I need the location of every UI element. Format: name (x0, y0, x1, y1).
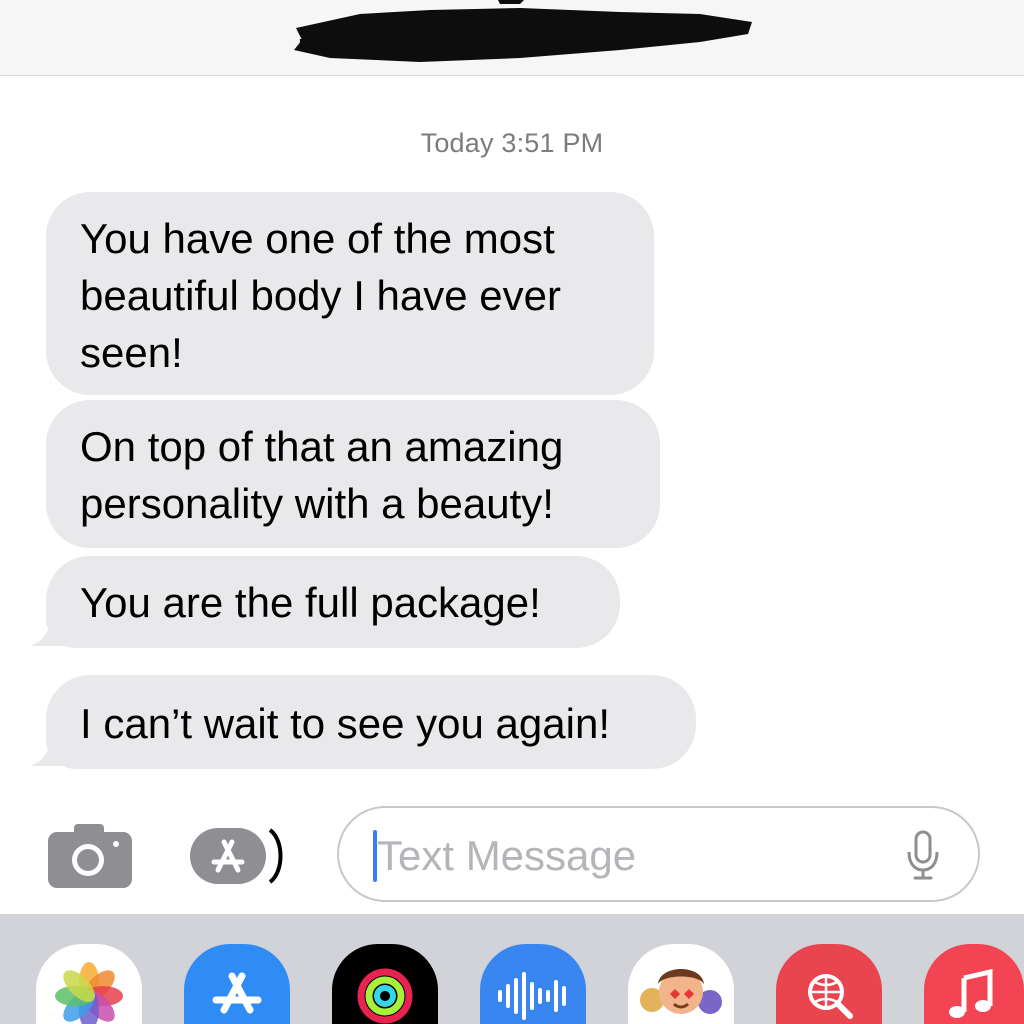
incoming-message-bubble[interactable]: You have one of the most beautiful body … (46, 192, 654, 395)
incoming-message-bubble[interactable]: On top of that an amazing personality wi… (46, 400, 660, 548)
incoming-message-bubble[interactable]: You are the full package! (46, 556, 620, 648)
message-line: You have one of the most (80, 215, 555, 262)
message-line: beautiful body I have ever (80, 272, 561, 319)
camera-button[interactable] (48, 822, 132, 888)
web-image-search-icon (808, 974, 853, 1019)
redacted-contact-name (294, 0, 752, 62)
memoji-icon (640, 969, 722, 1014)
app-store-icon (212, 972, 262, 1014)
music-app-button[interactable] (924, 944, 1024, 1024)
incoming-message-bubble[interactable]: I can’t wait to see you again! (46, 675, 696, 769)
message-input-placeholder: Text Message (377, 832, 637, 879)
audio-message-app-button[interactable] (480, 944, 586, 1024)
bubble-tail (30, 612, 68, 646)
microphone-icon[interactable] (903, 828, 943, 884)
app-store-app-button[interactable] (184, 944, 290, 1024)
conversation-header (0, 0, 1024, 76)
activity-app-button[interactable] (332, 944, 438, 1024)
web-image-search-app-button[interactable] (776, 944, 882, 1024)
photos-app-button[interactable] (36, 944, 142, 1024)
message-line: seen! (80, 329, 183, 376)
message-line: On top of that an amazing (80, 423, 564, 470)
activity-icon (357, 968, 413, 1024)
message-input-field[interactable]: Text Message (337, 806, 980, 902)
message-line: personality with a beauty! (80, 480, 554, 527)
message-line: I can’t wait to see you again! (80, 700, 610, 747)
message-line: You are the full package! (80, 579, 541, 626)
photos-icon (55, 962, 123, 1024)
music-icon (949, 968, 993, 1018)
message-timestamp: Today 3:51 PM (420, 128, 604, 158)
bubble-tail (30, 732, 68, 766)
camera-icon (48, 824, 132, 888)
apps-button[interactable] (188, 822, 294, 890)
app-store-icon (190, 828, 283, 884)
audio-message-icon (498, 972, 566, 1020)
memoji-app-button[interactable] (628, 944, 734, 1024)
